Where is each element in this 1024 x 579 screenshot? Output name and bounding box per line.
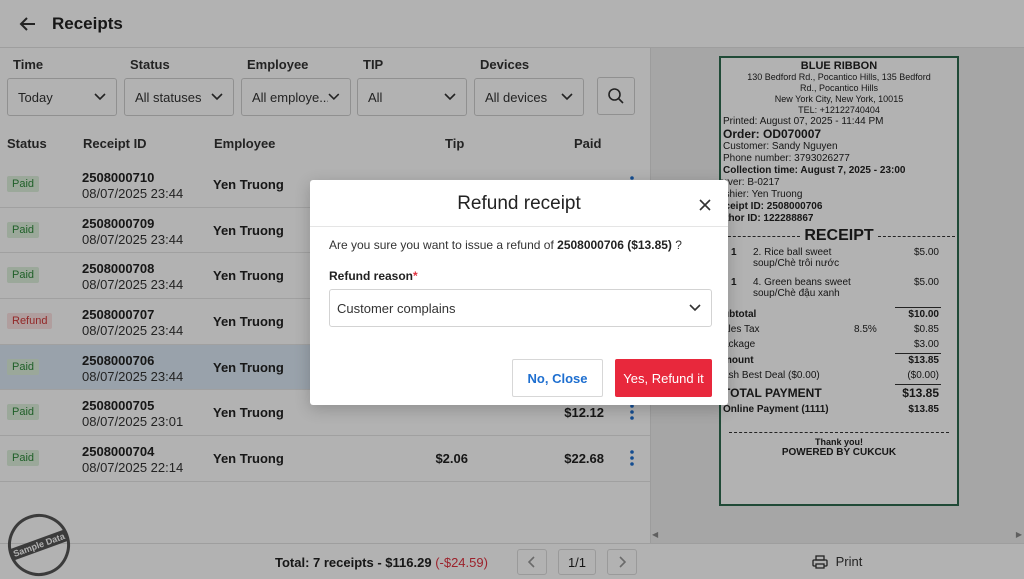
refund-dialog: Refund receipt Are you sure you want to … xyxy=(310,180,728,405)
dialog-title: Refund receipt xyxy=(457,193,581,214)
chevron-down-icon xyxy=(689,304,701,312)
required-marker: * xyxy=(413,269,418,283)
no-close-button[interactable]: No, Close xyxy=(512,359,603,397)
close-button[interactable] xyxy=(694,194,716,216)
dialog-message: Are you sure you want to issue a refund … xyxy=(329,238,682,252)
yes-refund-button[interactable]: Yes, Refund it xyxy=(615,359,712,397)
close-icon xyxy=(699,199,711,211)
refund-reason-label: Refund reason* xyxy=(329,269,418,283)
refund-reason-select[interactable]: Customer complains xyxy=(329,289,712,327)
